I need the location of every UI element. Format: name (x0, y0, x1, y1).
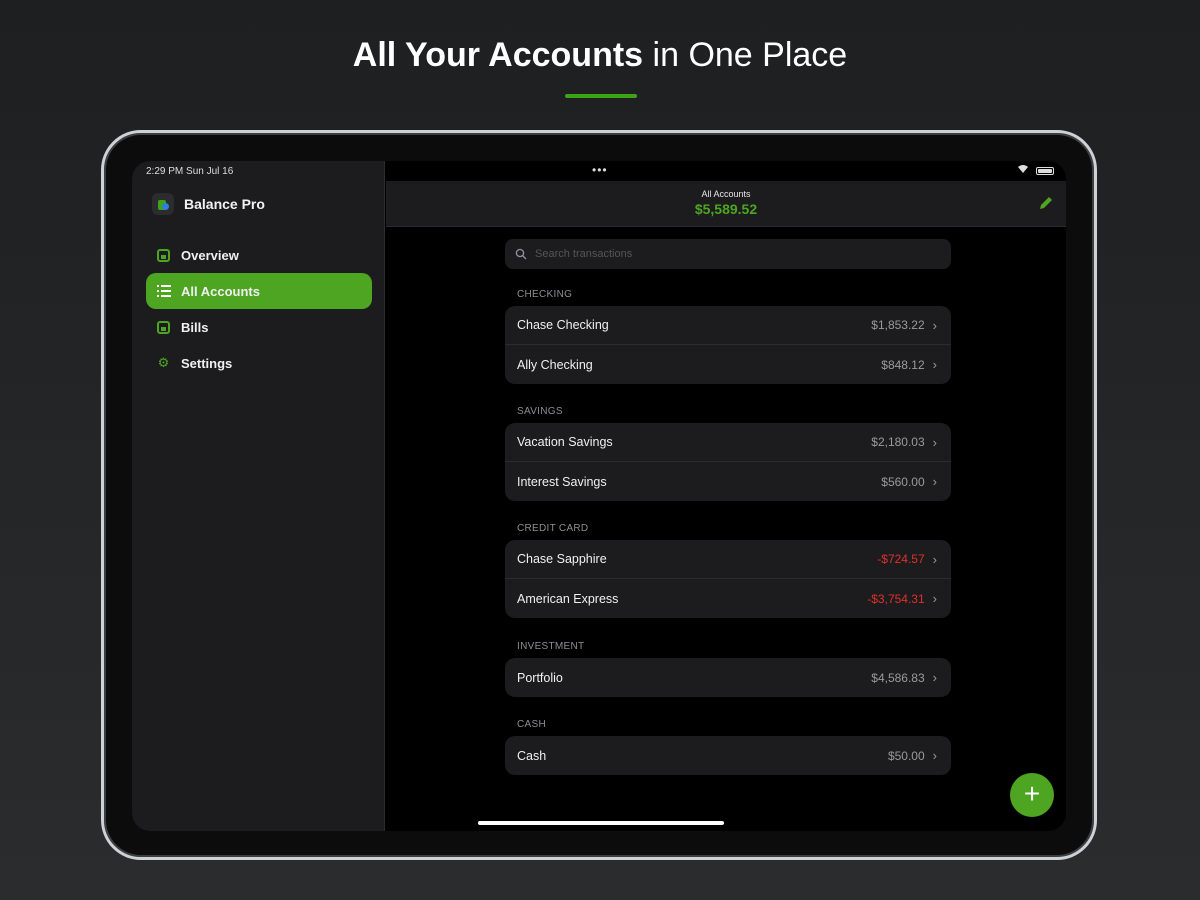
account-balance: $1,853.22 (871, 318, 925, 332)
gear-icon: ⚙ (157, 355, 170, 370)
account-balance: $50.00 (887, 748, 925, 763)
chevron-right-icon: › (932, 591, 937, 606)
sidebar-item-label: Bills (181, 319, 209, 335)
bill-icon (156, 320, 171, 335)
account-balance: $560.00 (881, 474, 925, 489)
headline-bold: All Your Accounts (352, 36, 644, 74)
status-time: 2:29 PM Sun Jul 16 (146, 166, 234, 177)
search-input[interactable]: Search transactions (505, 239, 951, 269)
headline-underline (565, 94, 637, 98)
headline-light: in One Place (652, 36, 848, 74)
account-group-credit-card: Chase Sapphire -$724.57 › American Expre… (505, 540, 951, 618)
chart-icon (156, 248, 171, 263)
section-title-savings: SAVINGS (517, 406, 563, 417)
account-group-checking: Chase Checking $1,853.22 › Ally Checking… (505, 306, 951, 384)
app-name: Balance Pro (184, 196, 265, 212)
account-balance: $4,586.83 (871, 670, 925, 685)
account-name: Interest Savings (517, 474, 607, 489)
status-bar: 2:29 PM Sun Jul 16 ••• (132, 161, 1066, 181)
account-name: Portfolio (517, 670, 563, 685)
section-title-investment: INVESTMENT (517, 641, 585, 652)
account-group-cash: Cash $50.00 › (505, 736, 951, 775)
account-name: Vacation Savings (517, 435, 613, 449)
account-balance: -$3,754.31 (867, 591, 925, 606)
account-name: American Express (517, 591, 619, 606)
tablet-frame: Balance Pro Overview All Accounts Bills (101, 130, 1097, 860)
sidebar-item-bills[interactable]: Bills (146, 309, 372, 345)
sidebar-item-label: Settings (181, 355, 233, 371)
add-account-button[interactable]: + (1010, 773, 1054, 817)
account-balance: $2,180.03 (871, 435, 925, 449)
account-row[interactable]: Portfolio $4,586.83 › (505, 658, 951, 697)
account-row[interactable]: Cash $50.00 › (505, 736, 951, 775)
search-placeholder: Search transactions (535, 248, 633, 260)
sidebar-item-label: All Accounts (181, 283, 260, 299)
wifi-icon (1018, 165, 1028, 176)
section-title-cash: CASH (517, 719, 546, 730)
account-name: Cash (517, 748, 547, 763)
list-icon (156, 284, 171, 299)
chevron-right-icon: › (932, 357, 937, 372)
account-balance: -$724.57 (877, 552, 925, 566)
chevron-right-icon: › (932, 551, 937, 567)
account-row[interactable]: Chase Sapphire -$724.57 › (505, 540, 951, 579)
header-label: All Accounts (701, 189, 751, 199)
account-name: Chase Sapphire (517, 552, 607, 566)
header-total: $5,589.52 (694, 201, 758, 217)
account-group-savings: Vacation Savings $2,180.03 › Interest Sa… (505, 423, 951, 501)
sidebar-nav: Overview All Accounts Bills ⚙ Settings (146, 237, 372, 381)
sidebar-item-all-accounts[interactable]: All Accounts (146, 273, 372, 309)
account-row[interactable]: Interest Savings $560.00 › (505, 462, 951, 501)
search-icon (515, 248, 527, 260)
account-row[interactable]: Ally Checking $848.12 › (505, 345, 951, 384)
account-group-investment: Portfolio $4,586.83 › (505, 658, 951, 697)
battery-icon (1036, 167, 1054, 175)
multitask-dots-icon[interactable]: ••• (592, 163, 608, 177)
chevron-right-icon: › (932, 748, 937, 763)
chevron-right-icon: › (932, 474, 937, 489)
account-row[interactable]: Chase Checking $1,853.22 › (505, 306, 951, 345)
accounts-header: All Accounts $5,589.52 (386, 181, 1066, 227)
section-title-checking: CHECKING (517, 289, 573, 300)
chevron-right-icon: › (932, 317, 937, 333)
account-balance: $848.12 (881, 357, 925, 372)
home-indicator[interactable] (478, 821, 724, 825)
pencil-icon[interactable] (1038, 195, 1054, 211)
sidebar-item-settings[interactable]: ⚙ Settings (146, 345, 372, 381)
account-name: Ally Checking (517, 357, 593, 372)
chevron-right-icon: › (932, 670, 937, 685)
sidebar: Balance Pro Overview All Accounts Bills (132, 161, 385, 831)
account-row[interactable]: American Express -$3,754.31 › (505, 579, 951, 618)
headline: All Your Accounts in One Place (0, 36, 1200, 75)
tablet-screen: Balance Pro Overview All Accounts Bills (132, 161, 1066, 831)
app-logo-icon (152, 193, 174, 215)
sidebar-item-label: Overview (181, 247, 239, 263)
section-title-credit-card: CREDIT CARD (517, 523, 589, 534)
app-brand: Balance Pro (152, 193, 265, 215)
account-name: Chase Checking (517, 318, 609, 332)
chevron-right-icon: › (932, 434, 937, 450)
plus-icon: + (1023, 777, 1041, 809)
sidebar-item-overview[interactable]: Overview (146, 237, 372, 273)
account-row[interactable]: Vacation Savings $2,180.03 › (505, 423, 951, 462)
main-panel: All Accounts $5,589.52 Search transactio… (386, 161, 1066, 831)
